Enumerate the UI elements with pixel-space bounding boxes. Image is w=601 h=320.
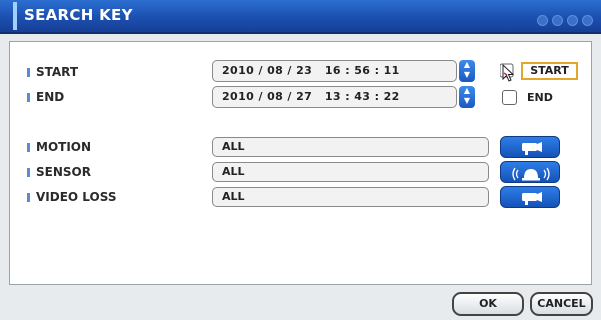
video-loss-camera-button[interactable] bbox=[500, 186, 560, 208]
mouse-cursor-icon bbox=[499, 62, 516, 86]
title-dot bbox=[552, 15, 563, 26]
spin-up-icon[interactable]: ▲ bbox=[459, 60, 475, 70]
cancel-button[interactable]: CANCEL bbox=[530, 292, 593, 316]
end-checkbox-label: END bbox=[527, 91, 553, 104]
motion-label-row: MOTION bbox=[27, 140, 91, 154]
sensor-alarm-button[interactable] bbox=[500, 161, 560, 183]
alarm-bell-icon bbox=[512, 167, 550, 181]
video-loss-label: VIDEO LOSS bbox=[36, 190, 117, 204]
title-dot bbox=[567, 15, 578, 26]
end-datetime-field[interactable]: 2010 / 08 / 27 13 : 43 : 22 bbox=[212, 86, 457, 108]
camera-icon bbox=[522, 192, 542, 205]
spin-down-icon[interactable]: ▼ bbox=[459, 96, 475, 106]
start-label-row: START bbox=[27, 65, 78, 79]
ok-button[interactable]: OK bbox=[452, 292, 524, 316]
motion-label: MOTION bbox=[36, 140, 92, 154]
title-dots bbox=[533, 11, 593, 30]
start-datetime-field[interactable]: 2010 / 08 / 23 16 : 56 : 11 bbox=[212, 60, 457, 82]
title-dot bbox=[537, 15, 548, 26]
title-dot bbox=[582, 15, 593, 26]
video-loss-label-row: VIDEO LOSS bbox=[27, 190, 116, 204]
dialog-title: SEARCH KEY bbox=[24, 6, 133, 24]
end-checkbox[interactable] bbox=[502, 90, 517, 105]
bullet-icon bbox=[27, 168, 30, 177]
motion-camera-button[interactable] bbox=[500, 136, 560, 158]
camera-icon bbox=[522, 142, 542, 155]
start-datetime-spinner[interactable]: ▲ ▼ bbox=[459, 60, 475, 82]
end-datetime-spinner[interactable]: ▲ ▼ bbox=[459, 86, 475, 108]
start-label: START bbox=[36, 65, 79, 79]
sensor-field[interactable]: ALL bbox=[212, 162, 489, 182]
bullet-icon bbox=[27, 193, 30, 202]
spin-down-icon[interactable]: ▼ bbox=[459, 70, 475, 80]
video-loss-field[interactable]: ALL bbox=[212, 187, 489, 207]
bullet-icon bbox=[27, 93, 30, 102]
end-label: END bbox=[36, 90, 65, 104]
spin-up-icon[interactable]: ▲ bbox=[459, 86, 475, 96]
end-label-row: END bbox=[27, 90, 64, 104]
sensor-label: SENSOR bbox=[36, 165, 91, 179]
title-bar: SEARCH KEY bbox=[0, 0, 601, 34]
search-key-dialog: SEARCH KEY START 2010 / 08 / 23 16 : 56 … bbox=[0, 0, 601, 320]
bullet-icon bbox=[27, 143, 30, 152]
bullet-icon bbox=[27, 68, 30, 77]
start-checkbox-label[interactable]: START bbox=[521, 62, 578, 80]
motion-field[interactable]: ALL bbox=[212, 137, 489, 157]
sensor-label-row: SENSOR bbox=[27, 165, 91, 179]
title-accent-bar bbox=[13, 2, 17, 30]
